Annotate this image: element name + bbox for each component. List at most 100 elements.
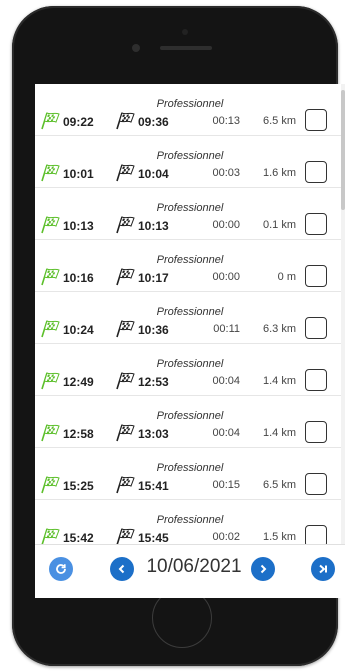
trip-type: Professionnel (156, 514, 224, 526)
last-day-button[interactable] (311, 557, 335, 581)
refresh-icon (56, 564, 66, 574)
trip-duration: 00:00 (212, 219, 240, 231)
start-time: 10:24 (63, 323, 94, 337)
green-checkered-flag-icon (41, 268, 60, 286)
start-time: 10:01 (63, 167, 94, 181)
trip-row[interactable]: Professionnel 10:13 10:13 00:00 0.1 km (35, 188, 341, 240)
start-time: 15:42 (63, 531, 94, 544)
start-time: 12:49 (63, 375, 94, 389)
trip-row[interactable]: Professionnel 12:49 12:53 00:04 1.4 km (35, 344, 341, 396)
trip-distance: 1.5 km (262, 531, 296, 543)
date-navigation-bar: 10/06/2021 (35, 544, 345, 598)
end-flag (116, 424, 136, 442)
end-flag (116, 372, 136, 390)
green-checkered-flag-icon (41, 164, 60, 182)
checkered-flag-icon (116, 112, 135, 130)
start-time: 10:13 (63, 219, 94, 233)
trip-row[interactable]: Professionnel 10:24 10:36 00:11 6.3 km (35, 292, 341, 344)
start-flag (41, 112, 61, 130)
next-day-button[interactable] (251, 557, 275, 581)
start-time: 15:25 (63, 479, 94, 493)
trip-checkbox[interactable] (305, 525, 327, 544)
start-flag (41, 476, 61, 494)
trip-row[interactable]: Professionnel 15:42 15:45 00:02 1.5 km (35, 500, 341, 544)
trip-distance: 0 m (277, 271, 296, 283)
trip-duration: 00:11 (213, 323, 240, 335)
trip-distance: 6.5 km (262, 479, 296, 491)
checkered-flag-icon (116, 164, 135, 182)
checkered-flag-icon (116, 476, 135, 494)
start-flag (41, 216, 61, 234)
trip-type: Professionnel (156, 410, 224, 422)
trip-type: Professionnel (156, 358, 224, 370)
trip-distance: 1.4 km (262, 427, 296, 439)
skip-to-end-icon (319, 564, 327, 574)
end-time: 09:36 (138, 115, 169, 129)
trip-duration: 00:13 (212, 115, 240, 127)
trip-type: Professionnel (156, 98, 224, 110)
checkered-flag-icon (116, 216, 135, 234)
trip-checkbox[interactable] (305, 109, 327, 131)
start-flag (41, 320, 61, 338)
start-flag (41, 268, 61, 286)
trip-row[interactable]: Professionnel 10:01 10:04 00:03 1.6 km (35, 136, 341, 188)
trip-distance: 0.1 km (262, 219, 296, 231)
refresh-button[interactable] (49, 557, 73, 581)
front-camera (182, 29, 188, 35)
checkered-flag-icon (116, 528, 135, 544)
trip-list[interactable]: Professionnel 09:22 09:36 00:13 6.5 km P… (35, 84, 345, 544)
scrollbar-thumb[interactable] (341, 90, 345, 210)
trip-checkbox[interactable] (305, 265, 327, 287)
trip-distance: 1.4 km (262, 375, 296, 387)
trip-checkbox[interactable] (305, 161, 327, 183)
trip-checkbox[interactable] (305, 369, 327, 391)
green-checkered-flag-icon (41, 424, 60, 442)
trip-type: Professionnel (156, 202, 224, 214)
start-flag (41, 372, 61, 390)
end-time: 15:41 (138, 479, 169, 493)
end-flag (116, 268, 136, 286)
trip-type: Professionnel (156, 150, 224, 162)
trip-checkbox[interactable] (305, 317, 327, 339)
start-flag (41, 164, 61, 182)
end-time: 10:04 (138, 167, 169, 181)
end-time: 12:53 (138, 375, 169, 389)
trip-distance: 1.6 km (262, 167, 296, 179)
green-checkered-flag-icon (41, 320, 60, 338)
trip-duration: 00:03 (212, 167, 240, 179)
trip-duration: 00:04 (212, 375, 240, 387)
end-time: 10:13 (138, 219, 169, 233)
trip-checkbox[interactable] (305, 421, 327, 443)
end-flag (116, 216, 136, 234)
trip-row[interactable]: Professionnel 12:58 13:03 00:04 1.4 km (35, 396, 341, 448)
trip-checkbox[interactable] (305, 213, 327, 235)
trip-type: Professionnel (156, 254, 224, 266)
trip-checkbox[interactable] (305, 473, 327, 495)
trip-duration: 00:04 (212, 427, 240, 439)
chevron-right-icon (260, 564, 267, 574)
scrollbar[interactable] (341, 84, 345, 544)
end-time: 15:45 (138, 531, 169, 544)
trip-row[interactable]: Professionnel 09:22 09:36 00:13 6.5 km (35, 84, 341, 136)
start-time: 10:16 (63, 271, 94, 285)
trip-duration: 00:15 (212, 479, 240, 491)
end-time: 10:17 (138, 271, 169, 285)
green-checkered-flag-icon (41, 216, 60, 234)
start-time: 12:58 (63, 427, 94, 441)
chevron-left-icon (118, 564, 125, 574)
start-flag (41, 528, 61, 544)
green-checkered-flag-icon (41, 372, 60, 390)
trip-row[interactable]: Professionnel 15:25 15:41 00:15 6.5 km (35, 448, 341, 500)
end-flag (116, 164, 136, 182)
green-checkered-flag-icon (41, 476, 60, 494)
proximity-sensor (132, 44, 140, 52)
end-time: 13:03 (138, 427, 169, 441)
previous-day-button[interactable] (110, 557, 134, 581)
current-date[interactable]: 10/06/2021 (139, 556, 249, 578)
earpiece-speaker (160, 46, 212, 50)
trip-row[interactable]: Professionnel 10:16 10:17 00:00 0 m (35, 240, 341, 292)
checkered-flag-icon (116, 372, 135, 390)
end-time: 10:36 (138, 323, 169, 337)
end-flag (116, 476, 136, 494)
trip-type: Professionnel (156, 462, 224, 474)
